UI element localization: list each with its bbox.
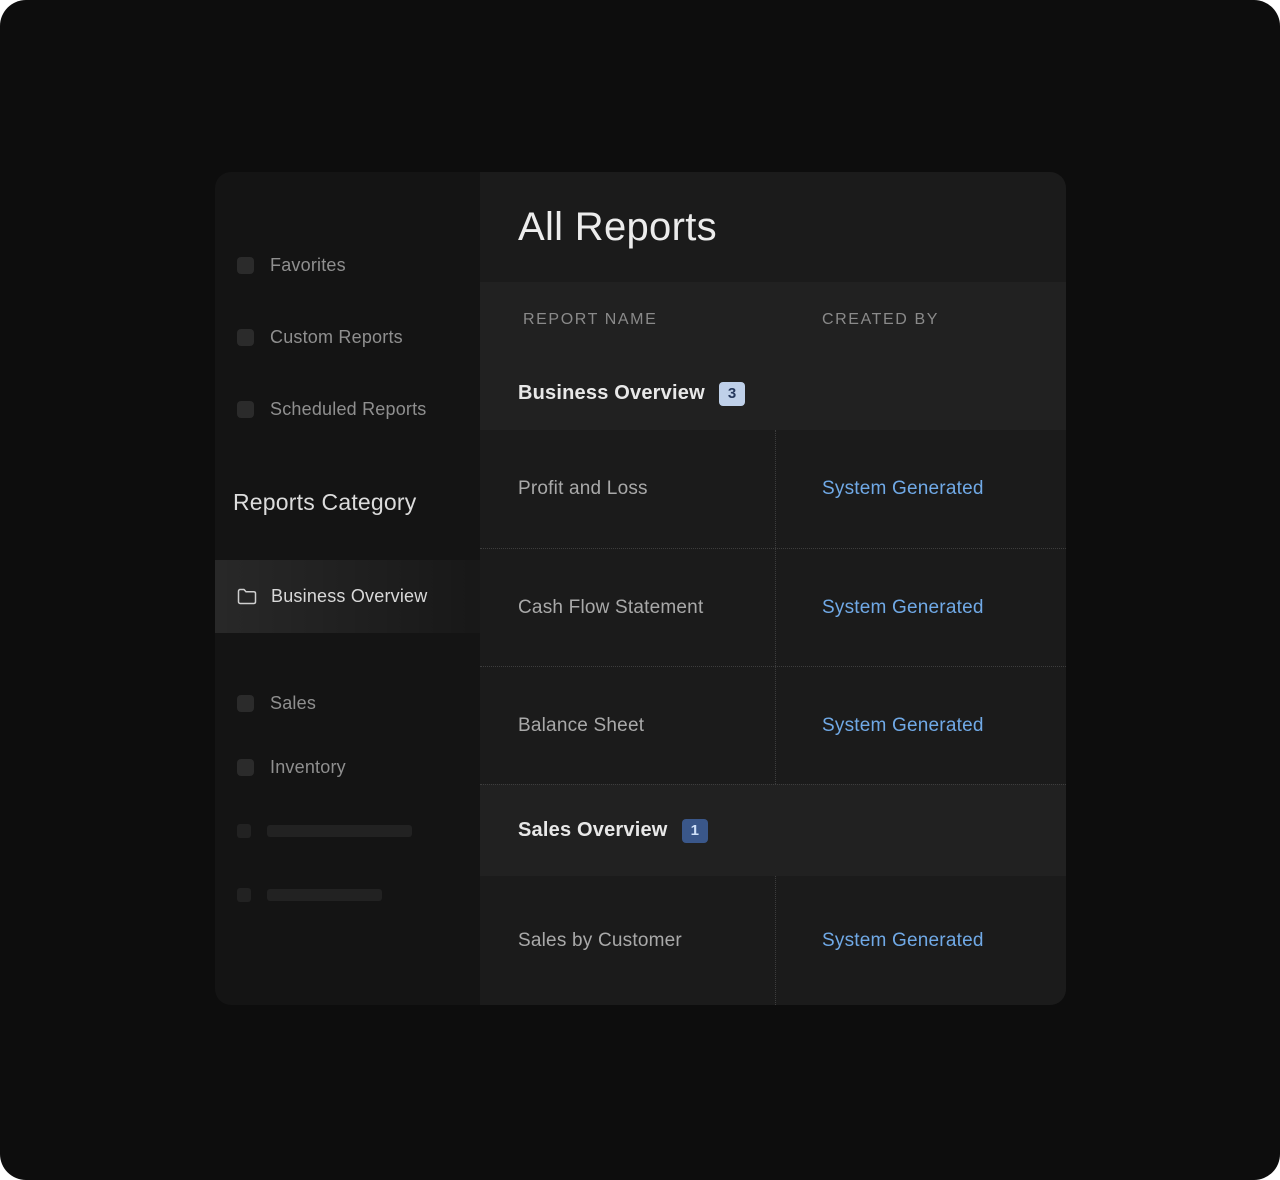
app-window: Favorites Custom Reports Scheduled Repor… (0, 0, 1280, 1180)
sidebar: Favorites Custom Reports Scheduled Repor… (215, 172, 480, 1005)
created-by-link[interactable]: System Generated (822, 478, 984, 500)
report-name: Balance Sheet (518, 715, 644, 737)
sidebar-item-favorites[interactable]: Favorites (215, 245, 480, 285)
sidebar-item-label: Inventory (270, 757, 346, 778)
created-by-link[interactable]: System Generated (822, 715, 984, 737)
all-reports-main: All Reports REPORT NAME CREATED BY Busin… (480, 172, 1066, 1005)
sidebar-item-label: Favorites (270, 255, 346, 276)
group-header-business-overview[interactable]: Business Overview 3 (480, 357, 1066, 430)
group-name: Business Overview (518, 382, 705, 405)
created-by-link[interactable]: System Generated (822, 930, 984, 952)
table-row[interactable]: Profit and Loss System Generated (480, 430, 1066, 548)
sidebar-item-scheduled-reports[interactable]: Scheduled Reports (215, 389, 480, 429)
table-row[interactable]: Cash Flow Statement System Generated (480, 548, 1066, 666)
skeleton-bar (267, 889, 382, 901)
created-by-link[interactable]: System Generated (822, 597, 984, 619)
skeleton-icon (237, 888, 251, 902)
count-badge: 1 (682, 819, 708, 843)
report-name: Sales by Customer (518, 930, 682, 952)
page-title: All Reports (518, 205, 717, 250)
skeleton-list-item (215, 875, 480, 915)
folder-icon (237, 588, 257, 605)
sidebar-item-label: Business Overview (271, 586, 427, 607)
sidebar-item-custom-reports[interactable]: Custom Reports (215, 317, 480, 357)
table-header-row: REPORT NAME CREATED BY (480, 282, 1066, 357)
skeleton-list-item (215, 811, 480, 851)
sidebar-item-inventory[interactable]: Inventory (215, 747, 480, 787)
table-row[interactable]: Sales by Customer System Generated (480, 876, 1066, 1005)
favorites-icon (237, 257, 254, 274)
reports-panel: Favorites Custom Reports Scheduled Repor… (215, 172, 1066, 1005)
group-header-sales-overview[interactable]: Sales Overview 1 (480, 784, 1066, 876)
group-name: Sales Overview (518, 819, 668, 842)
sidebar-item-business-overview[interactable]: Business Overview (215, 560, 480, 633)
skeleton-icon (237, 824, 251, 838)
scheduled-reports-icon (237, 401, 254, 418)
table-row[interactable]: Balance Sheet System Generated (480, 666, 1066, 784)
sidebar-item-label: Sales (270, 693, 316, 714)
column-header-report-name: REPORT NAME (480, 311, 775, 329)
sidebar-item-label: Custom Reports (270, 327, 403, 348)
reports-category-heading: Reports Category (215, 489, 480, 516)
sales-icon (237, 695, 254, 712)
custom-reports-icon (237, 329, 254, 346)
inventory-icon (237, 759, 254, 776)
column-header-created-by: CREATED BY (775, 311, 1066, 329)
count-badge: 3 (719, 382, 745, 406)
report-name: Profit and Loss (518, 478, 648, 500)
sidebar-item-sales[interactable]: Sales (215, 683, 480, 723)
sidebar-item-label: Scheduled Reports (270, 399, 427, 420)
skeleton-bar (267, 825, 412, 837)
report-name: Cash Flow Statement (518, 597, 703, 619)
